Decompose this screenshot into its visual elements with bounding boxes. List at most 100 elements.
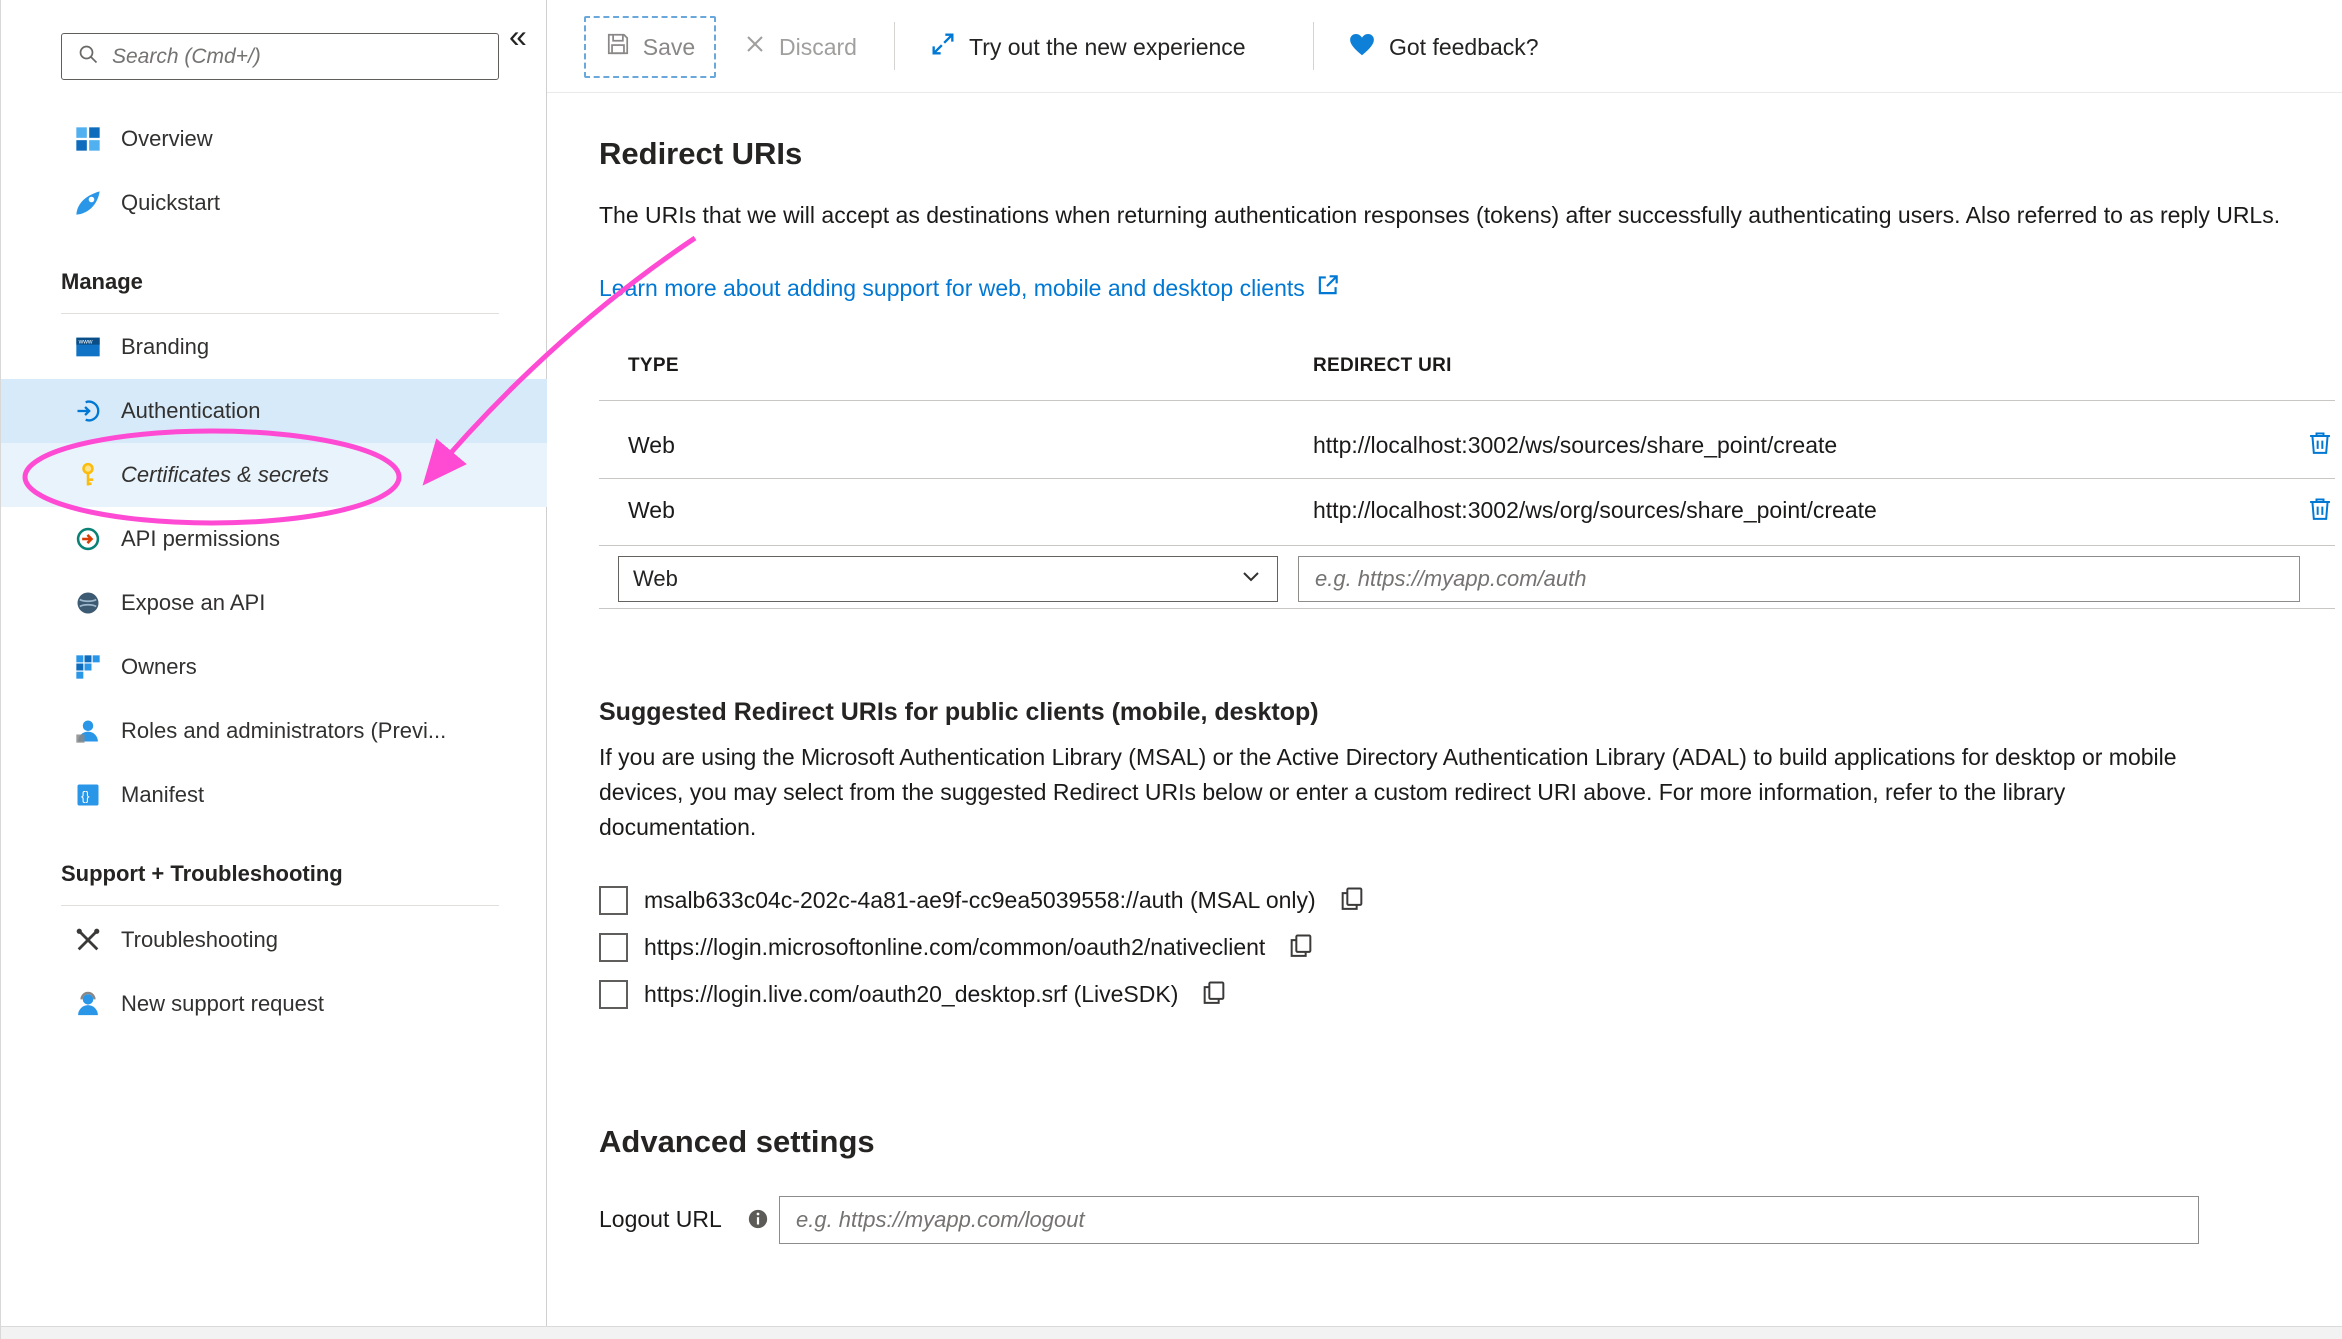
troubleshooting-icon <box>73 925 103 955</box>
suggested-uri-checkbox[interactable] <box>599 980 628 1009</box>
copy-icon <box>1287 932 1315 963</box>
table-header-divider <box>599 400 2335 401</box>
suggested-title: Suggested Redirect URIs for public clien… <box>599 698 1319 727</box>
sidebar-item-manifest[interactable]: {} Manifest <box>1 763 547 827</box>
sidebar-item-overview[interactable]: Overview <box>1 107 547 171</box>
copy-button[interactable] <box>1200 979 1228 1010</box>
try-new-experience-button[interactable]: Try out the new experience <box>929 16 1246 78</box>
search-icon <box>76 42 100 71</box>
copy-icon <box>1338 885 1366 916</box>
sidebar-item-branding[interactable]: www Branding <box>1 315 547 379</box>
roles-icon <box>73 716 103 746</box>
svg-text:www: www <box>78 339 93 346</box>
divider <box>61 313 499 314</box>
sidebar-item-new-support-request[interactable]: New support request <box>1 972 547 1036</box>
chevron-down-icon <box>1239 564 1263 594</box>
app-window: « Overview Quickstart Manage www Brandin… <box>0 0 2342 1339</box>
new-redirect-uri-input[interactable] <box>1298 556 2300 602</box>
sidebar-item-label: Owners <box>121 654 197 680</box>
owners-icon <box>73 652 103 682</box>
toolbar-separator <box>894 22 895 70</box>
suggested-uri-checkbox[interactable] <box>599 933 628 962</box>
divider <box>547 92 2342 93</box>
sidebar-item-label: New support request <box>121 991 324 1017</box>
page-title: Redirect URIs <box>599 136 802 172</box>
sidebar-item-expose-api[interactable]: Expose an API <box>1 571 547 635</box>
uri-type-dropdown[interactable]: Web <box>618 556 1278 602</box>
delete-uri-button[interactable] <box>2304 428 2336 460</box>
trash-icon <box>2306 445 2334 460</box>
suggested-uri-label: https://login.microsoftonline.com/common… <box>644 934 1265 961</box>
sidebar-item-certificates-secrets[interactable]: Certificates & secrets <box>1 443 547 507</box>
advanced-settings-title: Advanced settings <box>599 1124 875 1160</box>
suggested-uri-checkbox[interactable] <box>599 886 628 915</box>
table-bottom-divider <box>599 608 2335 609</box>
sidebar-item-authentication[interactable]: Authentication <box>1 379 547 443</box>
overview-icon <box>73 124 103 154</box>
switch-experience-icon <box>929 30 957 64</box>
suggested-description: If you are using the Microsoft Authentic… <box>599 740 2199 845</box>
sidebar-item-label: Overview <box>121 126 213 152</box>
discard-icon <box>743 32 767 62</box>
discard-button[interactable]: Discard <box>743 16 857 78</box>
horizontal-scrollbar[interactable] <box>1 1326 2342 1339</box>
authentication-icon <box>73 396 103 426</box>
learn-more-link[interactable]: Learn more about adding support for web,… <box>599 272 1341 304</box>
suggested-uri-label: https://login.live.com/oauth20_desktop.s… <box>644 981 1178 1008</box>
sidebar-item-label: Quickstart <box>121 190 220 216</box>
suggested-option-row: https://login.live.com/oauth20_desktop.s… <box>599 974 1228 1014</box>
sidebar-item-label: API permissions <box>121 526 280 552</box>
column-header-type: TYPE <box>628 355 679 377</box>
divider <box>61 905 499 906</box>
sidebar: « Overview Quickstart Manage www Brandin… <box>1 0 547 1339</box>
sidebar-item-label: Expose an API <box>121 590 265 616</box>
logout-url-input[interactable] <box>779 1196 2199 1244</box>
copy-button[interactable] <box>1287 932 1315 963</box>
sidebar-item-label: Troubleshooting <box>121 927 278 953</box>
sidebar-item-label: Authentication <box>121 398 260 424</box>
search-box[interactable] <box>61 33 499 80</box>
column-header-redirect-uri: REDIRECT URI <box>1313 355 1452 377</box>
delete-uri-button[interactable] <box>2304 494 2336 526</box>
manifest-icon: {} <box>73 780 103 810</box>
trash-icon <box>2306 511 2334 526</box>
row-type: Web <box>628 432 675 459</box>
sidebar-item-quickstart[interactable]: Quickstart <box>1 171 547 235</box>
svg-text:{}: {} <box>81 788 90 803</box>
sidebar-item-troubleshooting[interactable]: Troubleshooting <box>1 908 547 972</box>
sidebar-item-label: Certificates & secrets <box>121 462 329 488</box>
expose-api-icon <box>73 588 103 618</box>
row-uri: http://localhost:3002/ws/org/sources/sha… <box>1313 497 1877 524</box>
key-icon <box>73 460 103 490</box>
heart-icon <box>1347 29 1377 65</box>
search-input[interactable] <box>112 45 484 69</box>
sidebar-item-owners[interactable]: Owners <box>1 635 547 699</box>
sidebar-item-label: Roles and administrators (Previ... <box>121 718 446 744</box>
sidebar-item-label: Manifest <box>121 782 204 808</box>
table-row-divider <box>599 478 2335 479</box>
logout-url-label: Logout URL <box>599 1206 722 1233</box>
branding-icon: www <box>73 332 103 362</box>
api-permissions-icon <box>73 524 103 554</box>
suggested-uri-label: msalb633c04c-202c-4a81-ae9f-cc9ea5039558… <box>644 887 1316 914</box>
sidebar-item-label: Branding <box>121 334 209 360</box>
uri-type-selected-value: Web <box>633 566 678 592</box>
row-type: Web <box>628 497 675 524</box>
table-row-divider <box>599 545 2335 546</box>
external-link-icon <box>1315 272 1341 304</box>
sidebar-item-roles-administrators[interactable]: Roles and administrators (Previ... <box>1 699 547 763</box>
feedback-button[interactable]: Got feedback? <box>1347 16 1539 78</box>
copy-button[interactable] <box>1338 885 1366 916</box>
quickstart-icon <box>73 188 103 218</box>
suggested-option-row: https://login.microsoftonline.com/common… <box>599 927 1315 967</box>
copy-icon <box>1200 979 1228 1010</box>
save-button[interactable]: Save <box>584 16 716 78</box>
sidebar-section-manage: Manage <box>61 250 143 314</box>
redirect-description: The URIs that we will accept as destinat… <box>599 198 2342 233</box>
collapse-sidebar-icon[interactable]: « <box>509 18 527 55</box>
row-uri: http://localhost:3002/ws/sources/share_p… <box>1313 432 1837 459</box>
info-icon[interactable] <box>747 1208 769 1235</box>
support-request-icon <box>73 989 103 1019</box>
sidebar-item-api-permissions[interactable]: API permissions <box>1 507 547 571</box>
sidebar-section-support: Support + Troubleshooting <box>61 842 343 906</box>
